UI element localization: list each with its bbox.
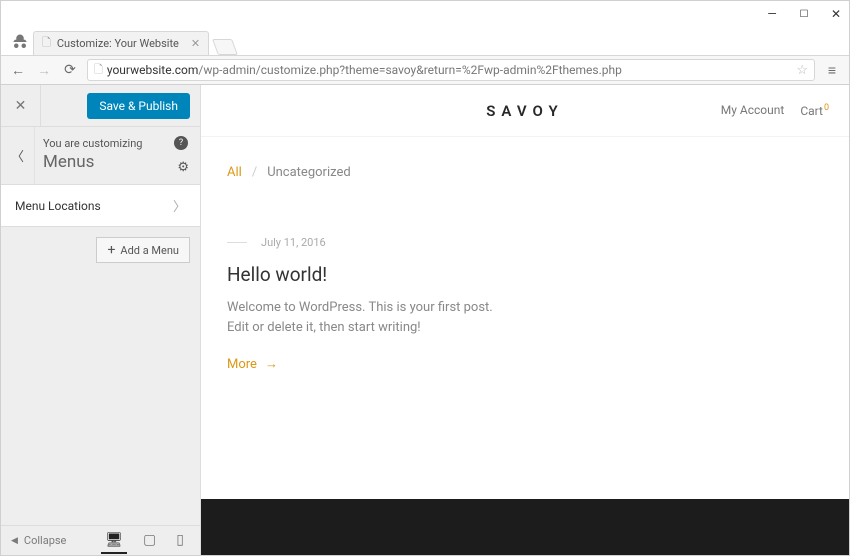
help-icon[interactable]: ?: [174, 136, 188, 150]
read-more-link[interactable]: More →: [227, 356, 823, 372]
window-minimize-button[interactable]: —: [765, 7, 779, 21]
add-menu-button[interactable]: + Add a Menu: [96, 237, 190, 263]
customizer-panel-header: 〈 You are customizing Menus ? ⚙: [1, 127, 200, 185]
breadcrumb-all[interactable]: All: [227, 165, 242, 180]
url-path: /wp-admin/customize.php?theme=savoy&retu…: [198, 63, 621, 77]
cart-link[interactable]: Cart0: [800, 103, 829, 118]
new-tab-button[interactable]: [212, 39, 238, 55]
customizer-sidebar: ✕ Save & Publish 〈 You are customizing M…: [1, 85, 201, 555]
post-date: July 11, 2016: [261, 236, 326, 249]
browser-tabstrip: 🗋 Customize: Your Website ✕: [1, 27, 849, 55]
collapse-button[interactable]: ◀ Collapse: [1, 534, 76, 547]
save-publish-button[interactable]: Save & Publish: [87, 93, 190, 119]
collapse-icon: ◀: [11, 536, 18, 546]
mobile-preview-button[interactable]: ▯: [172, 528, 188, 554]
menu-locations-item[interactable]: Menu Locations 〉: [1, 185, 200, 227]
my-account-link[interactable]: My Account: [721, 103, 785, 118]
panel-back-button[interactable]: 〈: [1, 127, 35, 184]
browser-menu-button[interactable]: ≡: [823, 62, 841, 79]
post-title[interactable]: Hello world!: [227, 263, 823, 286]
chevron-right-icon: 〉: [173, 196, 186, 215]
collapse-label: Collapse: [24, 534, 66, 547]
menu-locations-label: Menu Locations: [15, 199, 101, 213]
breadcrumb: All / Uncategorized: [227, 165, 823, 180]
you-are-customizing-label: You are customizing: [43, 137, 186, 150]
incognito-icon: [7, 29, 33, 55]
window-close-button[interactable]: ✕: [829, 7, 843, 21]
bookmark-icon[interactable]: ☆: [796, 63, 808, 78]
window-titlebar: — ☐ ✕: [1, 1, 849, 27]
window-maximize-button[interactable]: ☐: [797, 7, 811, 21]
customizer-header: ✕ Save & Publish: [1, 85, 200, 127]
site-footer: [201, 499, 849, 555]
address-bar[interactable]: 🗋 yourwebsite.com/wp-admin/customize.php…: [87, 59, 815, 81]
post-excerpt: Welcome to WordPress. This is your first…: [227, 298, 507, 338]
breadcrumb-separator: /: [252, 165, 257, 180]
site-info-icon[interactable]: 🗋: [94, 61, 103, 80]
meta-dash: [227, 242, 247, 243]
gear-icon[interactable]: ⚙: [177, 160, 189, 175]
cart-count: 0: [824, 103, 829, 113]
tablet-preview-button[interactable]: ▢: [139, 528, 160, 554]
close-customizer-button[interactable]: ✕: [1, 85, 41, 126]
url-host: yourwebsite.com: [107, 63, 199, 77]
customizer-body: + Add a Menu: [1, 227, 200, 525]
customizer-footer: ◀ Collapse 🖥 ▢ ▯: [1, 525, 200, 555]
post-meta: July 11, 2016: [227, 236, 823, 249]
site-preview: SAVOY My Account Cart0 All / Uncategoriz…: [201, 85, 849, 555]
site-logo[interactable]: SAVOY: [486, 102, 563, 120]
tab-close-icon[interactable]: ✕: [191, 37, 200, 50]
site-content: All / Uncategorized July 11, 2016 Hello …: [201, 137, 849, 459]
forward-button[interactable]: →: [35, 62, 53, 79]
browser-toolbar: ← → ⟳ 🗋 yourwebsite.com/wp-admin/customi…: [1, 55, 849, 85]
back-button[interactable]: ←: [9, 62, 27, 79]
breadcrumb-category[interactable]: Uncategorized: [267, 165, 350, 180]
arrow-right-icon: →: [265, 356, 278, 372]
plus-icon: +: [107, 243, 115, 257]
device-preview-toggle: 🖥 ▢ ▯: [101, 528, 200, 554]
reload-button[interactable]: ⟳: [61, 62, 79, 78]
browser-tab[interactable]: 🗋 Customize: Your Website ✕: [33, 31, 209, 55]
panel-title: Menus: [43, 152, 186, 172]
desktop-preview-button[interactable]: 🖥: [101, 528, 127, 554]
add-menu-label: Add a Menu: [120, 244, 179, 257]
tab-title: Customize: Your Website: [57, 37, 179, 50]
site-header: SAVOY My Account Cart0: [201, 85, 849, 137]
page-icon: 🗋: [42, 34, 51, 53]
